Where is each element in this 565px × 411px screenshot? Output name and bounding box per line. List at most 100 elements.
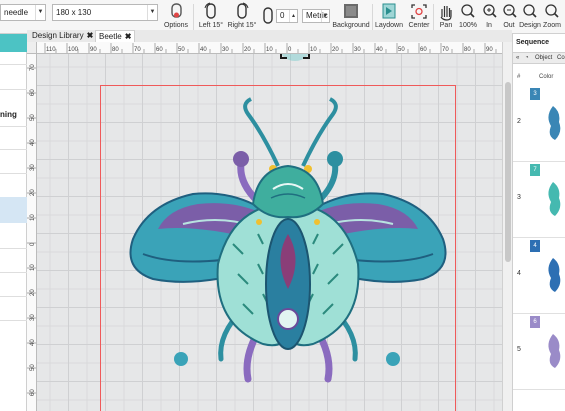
ruler-label: 30	[30, 164, 36, 171]
options-button[interactable]: Options	[161, 2, 191, 32]
ruler-label: 80	[464, 47, 471, 53]
sequence-panel-title: Sequence	[516, 39, 550, 46]
zoom-design-button[interactable]: Design	[519, 2, 541, 32]
zoom-out-icon	[503, 4, 517, 18]
left-panel-header	[0, 34, 27, 52]
zoom-tool-icon	[545, 4, 559, 18]
close-icon[interactable]: ✖	[87, 31, 94, 40]
thumbnail-stitch	[548, 334, 561, 368]
zoom-tool-button[interactable]: Zoom	[541, 2, 563, 32]
ruler-label: 60	[30, 89, 36, 96]
ruler-label: 0	[30, 242, 36, 246]
laydown-button[interactable]: Laydown	[374, 2, 404, 32]
sequence-row[interactable]: 23	[513, 86, 565, 162]
ruler-label: 30	[30, 314, 36, 321]
sequence-row[interactable]: 56	[513, 314, 565, 390]
background-icon	[344, 4, 358, 18]
divider	[0, 64, 27, 65]
zoom-in-button[interactable]: In	[479, 2, 499, 32]
ruler-label: 70	[134, 47, 141, 53]
center-icon	[411, 4, 427, 19]
thumbnail-shape	[548, 106, 561, 140]
zoom-out-button[interactable]: Out	[499, 2, 519, 32]
ruler-label: 60	[156, 47, 163, 53]
object-view-icon[interactable]: ◔	[525, 53, 529, 64]
ruler-label: 70	[442, 47, 449, 53]
zoom-out-label: Out	[503, 22, 515, 29]
ruler-label: 50	[178, 47, 185, 53]
tab-beetle[interactable]: Beetle ✖	[95, 30, 136, 42]
horizontal-ruler-ticks: 110 100 90 80 70 60 50 40 30 20 10 0 10 20 30 40 50 60 70 8…	[44, 43, 497, 53]
sequence-row[interactable]: 44	[513, 238, 565, 314]
beetle-embroidery-design[interactable]	[123, 94, 453, 394]
sequence-row-number: 2	[517, 118, 521, 125]
ruler-label: 20	[332, 47, 339, 53]
rotate-right-button[interactable]: Right 15°	[227, 2, 257, 32]
hoop-size-select[interactable]: 180 x 130 ▼	[52, 4, 158, 21]
close-icon[interactable]: ✖	[125, 32, 132, 41]
rotate-angle-icon	[263, 7, 273, 24]
chevron-left-icon[interactable]: «	[516, 53, 519, 64]
ruler-label: 20	[30, 289, 36, 296]
tab-color[interactable]: Col	[557, 53, 565, 64]
divider	[193, 4, 194, 30]
rotate-left-label: Left 15°	[198, 22, 224, 29]
zoom-in-label: In	[486, 22, 492, 29]
background-button[interactable]: Background	[332, 2, 370, 32]
ruler-label: 30	[222, 47, 229, 53]
background-label: Background	[332, 22, 370, 29]
color-swatch: 3	[530, 88, 540, 100]
ruler-label: 60	[420, 47, 427, 53]
ruler-label: 20	[244, 47, 251, 53]
rotate-left-icon	[204, 2, 216, 19]
center-button[interactable]: Center	[406, 2, 432, 32]
zoom-100-button[interactable]: 100%	[457, 2, 479, 32]
angle-input[interactable]: 0 ▴	[276, 9, 298, 23]
thumbnail-shape	[548, 334, 561, 368]
canvas-scrollbar[interactable]	[502, 42, 512, 411]
pan-label: Pan	[439, 22, 453, 29]
object-thumbnail	[539, 328, 565, 378]
laydown-icon	[382, 3, 396, 19]
magnifier-icon	[461, 4, 475, 18]
ruler-label: 50	[30, 364, 36, 371]
hoop-size-value: 180 x 130	[56, 8, 92, 17]
sequence-row[interactable]: 37	[513, 162, 565, 238]
ruler-label: 90	[486, 47, 493, 53]
center-target-icon	[280, 54, 310, 61]
left-panel-selected-item[interactable]	[0, 197, 27, 223]
left-panel: ning	[0, 34, 27, 411]
color-swatch: 4	[530, 240, 540, 252]
color-swatch: 7	[530, 164, 540, 176]
scrollbar-thumb[interactable]	[505, 82, 511, 262]
rotate-right-icon	[237, 2, 249, 19]
tab-object[interactable]: Object	[535, 53, 552, 64]
divider	[0, 296, 27, 297]
divider	[372, 4, 373, 30]
ruler-label: 0	[288, 47, 292, 53]
document-tabs: Design Library ✖ Beetle ✖	[27, 30, 512, 42]
ruler-label: 70	[30, 64, 36, 71]
design-canvas[interactable]	[37, 54, 502, 411]
header-color: Color	[539, 74, 554, 80]
pan-button[interactable]: Pan	[435, 2, 457, 32]
sequence-row-number: 5	[517, 346, 521, 353]
ruler-label: 40	[200, 47, 207, 53]
ruler-corner	[27, 42, 37, 54]
divider	[0, 126, 27, 127]
needle-select[interactable]: needle ▼	[0, 4, 46, 21]
divider	[0, 272, 27, 273]
zoom-tool-label: Zoom	[543, 22, 561, 29]
laydown-label: Laydown	[374, 22, 404, 29]
ruler-label: 10	[266, 47, 273, 53]
ruler-label: 40	[30, 139, 36, 146]
ruler-label: 10	[30, 214, 36, 221]
object-thumbnail	[539, 176, 565, 226]
options-label: Options	[163, 22, 189, 29]
chevron-down-icon: ▼	[35, 5, 45, 20]
ruler-label: 50	[30, 114, 36, 121]
needle-select-value: needle	[4, 8, 29, 17]
rotate-left-button[interactable]: Left 15°	[197, 2, 225, 32]
tab-design-library[interactable]: Design Library ✖	[29, 30, 96, 42]
units-select[interactable]: Metric ▼	[302, 9, 330, 23]
